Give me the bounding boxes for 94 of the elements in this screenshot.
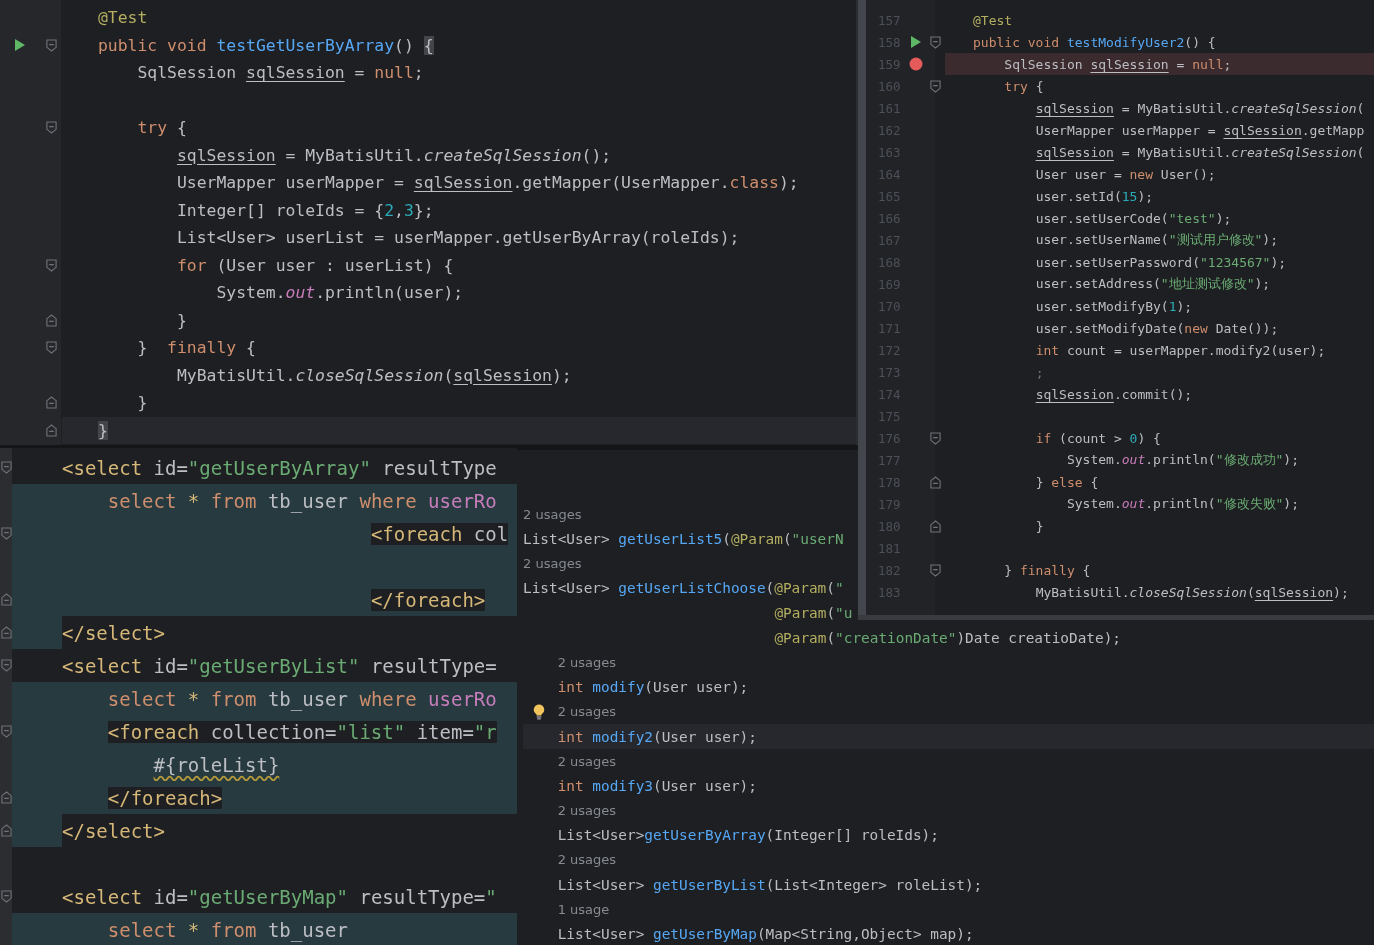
code-line: Integer[] roleIds = {2,3}; bbox=[176, 200, 434, 220]
code-line: user.setModifyDate(new Date()); bbox=[1035, 320, 1279, 336]
code-line: System.out.println("修改失败"); bbox=[1066, 495, 1299, 513]
code-line: user.setUserName("测试用户修改"); bbox=[1035, 231, 1278, 249]
code-line: sqlSession = MyBatisUtil.createSqlSession(); bbox=[176, 145, 612, 165]
code-line: <foreach collection="list" item="r bbox=[107, 720, 497, 743]
code-line: public void testGetUserByArray() { bbox=[98, 35, 434, 55]
code-line: public void testModifyUser2() { bbox=[973, 34, 1216, 50]
code-line: sqlSession.commit(); bbox=[1035, 386, 1193, 402]
fold-icon[interactable] bbox=[0, 461, 12, 474]
code-line: select * from tb_user where userRo bbox=[107, 489, 497, 512]
code-line: } finally { bbox=[137, 338, 256, 358]
code-line: MyBatisUtil.closeSqlSession(sqlSession); bbox=[1035, 584, 1349, 600]
code-line: try { bbox=[1004, 78, 1044, 94]
code-line: user.setId(15); bbox=[1035, 188, 1154, 204]
code-line: <select id="getUserByList" resultType= bbox=[62, 654, 497, 677]
fold-icon[interactable] bbox=[0, 659, 12, 672]
breakpoint-icon[interactable] bbox=[909, 57, 923, 71]
fold-icon[interactable] bbox=[930, 563, 941, 577]
run-icon[interactable] bbox=[14, 38, 26, 53]
code-line: List<User> getUserByList(List<Integer> roleList); bbox=[557, 876, 983, 893]
usage-hint: 2 usages bbox=[557, 654, 617, 670]
code-line: <foreach col bbox=[370, 522, 509, 545]
fold-icon[interactable] bbox=[45, 38, 57, 52]
code-line: <select id="getUserByMap" resultType=" bbox=[62, 885, 497, 908]
code-line: select * from tb_user bbox=[107, 918, 348, 941]
usage-hint: 2 usages bbox=[557, 803, 617, 819]
fold-icon[interactable] bbox=[930, 519, 941, 533]
fold-icon[interactable] bbox=[45, 423, 57, 437]
fold-icon[interactable] bbox=[0, 593, 12, 606]
code-line: UserMapper userMapper = sqlSession.getMapper(UserMapper.class); bbox=[176, 173, 799, 193]
usage-hint: 2 usages bbox=[523, 506, 582, 522]
code-line: </select> bbox=[62, 621, 165, 644]
code-line: } finally { bbox=[1004, 562, 1091, 578]
code-line: <select id="getUserByArray" resultType bbox=[62, 456, 497, 479]
fold-icon[interactable] bbox=[0, 890, 12, 903]
usage-hint: 2 usages bbox=[557, 704, 617, 720]
code-line: List<User> userList = userMapper.getUserByArray(roleIds); bbox=[176, 228, 740, 248]
code-line: int modify(User user); bbox=[557, 679, 749, 696]
run-icon[interactable] bbox=[910, 35, 922, 49]
code-line: </select> bbox=[62, 819, 165, 842]
code-line: List<User> getUserByMap(Map<String,Object> map); bbox=[557, 926, 974, 943]
usage-hint: 2 usages bbox=[557, 753, 617, 769]
fold-icon[interactable] bbox=[930, 431, 941, 445]
code-line: int count = userMapper.modify2(user); bbox=[1035, 342, 1326, 358]
fold-icon[interactable] bbox=[45, 121, 57, 135]
code-line: sqlSession = MyBatisUtil.createSqlSession( bbox=[1035, 100, 1365, 116]
code-line: } else { bbox=[1035, 474, 1099, 490]
code-line: List<User> getUserListChoose(@Param(" bbox=[523, 580, 844, 597]
code-line: } bbox=[1035, 518, 1044, 534]
fold-icon[interactable] bbox=[0, 725, 12, 738]
code-line: } bbox=[137, 393, 148, 413]
code-line: @Param("creationDate")Date creatioDate); bbox=[774, 629, 1121, 646]
code-line: } bbox=[176, 310, 187, 330]
code-line: if (count > 0) { bbox=[1035, 430, 1161, 446]
code-line: int modify2(User user); bbox=[557, 728, 757, 745]
code-line: User user = new User(); bbox=[1035, 166, 1216, 182]
fold-icon[interactable] bbox=[45, 313, 57, 327]
lightbulb-icon[interactable] bbox=[533, 703, 545, 720]
usage-hint: 2 usages bbox=[557, 852, 617, 868]
code-line: sqlSession = MyBatisUtil.createSqlSession( bbox=[1035, 144, 1365, 160]
code-line: select * from tb_user where userRo bbox=[107, 687, 497, 710]
code-line: System.out.println(user); bbox=[216, 283, 464, 303]
code-line: for (User user : userList) { bbox=[176, 255, 454, 275]
fold-icon[interactable] bbox=[930, 35, 941, 49]
usage-hint: 2 usages bbox=[523, 556, 582, 572]
code-line: try { bbox=[137, 118, 187, 138]
usage-hint: 1 usage bbox=[557, 901, 610, 917]
code-line: System.out.println("修改成功"); bbox=[1066, 451, 1299, 469]
fold-icon[interactable] bbox=[0, 824, 12, 837]
code-line: UserMapper userMapper = sqlSession.getMapp bbox=[1035, 122, 1365, 138]
code-line: #{roleList} bbox=[153, 753, 280, 776]
code-line: user.setModifyBy(1); bbox=[1035, 298, 1193, 314]
fold-icon[interactable] bbox=[0, 527, 12, 540]
code-line: @Test bbox=[98, 8, 148, 28]
code-line: MyBatisUtil.closeSqlSession(sqlSession); bbox=[176, 365, 572, 385]
fold-icon[interactable] bbox=[45, 258, 57, 272]
code-line: user.setUserCode("test"); bbox=[1035, 210, 1232, 226]
code-line: SqlSession sqlSession = null; bbox=[137, 63, 424, 83]
code-line: user.setAddress("地址测试修改"); bbox=[1035, 275, 1271, 293]
fold-icon[interactable] bbox=[930, 475, 941, 489]
fold-icon[interactable] bbox=[0, 791, 12, 804]
fold-icon[interactable] bbox=[45, 341, 57, 355]
fold-icon[interactable] bbox=[0, 626, 12, 639]
code-line: @Test bbox=[973, 12, 1013, 28]
fold-icon[interactable] bbox=[930, 79, 941, 93]
fold-icon[interactable] bbox=[45, 396, 57, 410]
code-line: int modify3(User user); bbox=[557, 777, 757, 794]
code-line: user.setUserPassword("1234567"); bbox=[1035, 254, 1287, 270]
code-line: ; bbox=[1035, 364, 1044, 380]
code-line: List<User> getUserList5(@Param("userN bbox=[523, 531, 844, 548]
code-line: SqlSession sqlSession = null; bbox=[1004, 56, 1232, 72]
code-line: @Param("u bbox=[774, 605, 853, 622]
code-line: List<User>getUserByArray(Integer[] roleIds); bbox=[557, 827, 939, 844]
